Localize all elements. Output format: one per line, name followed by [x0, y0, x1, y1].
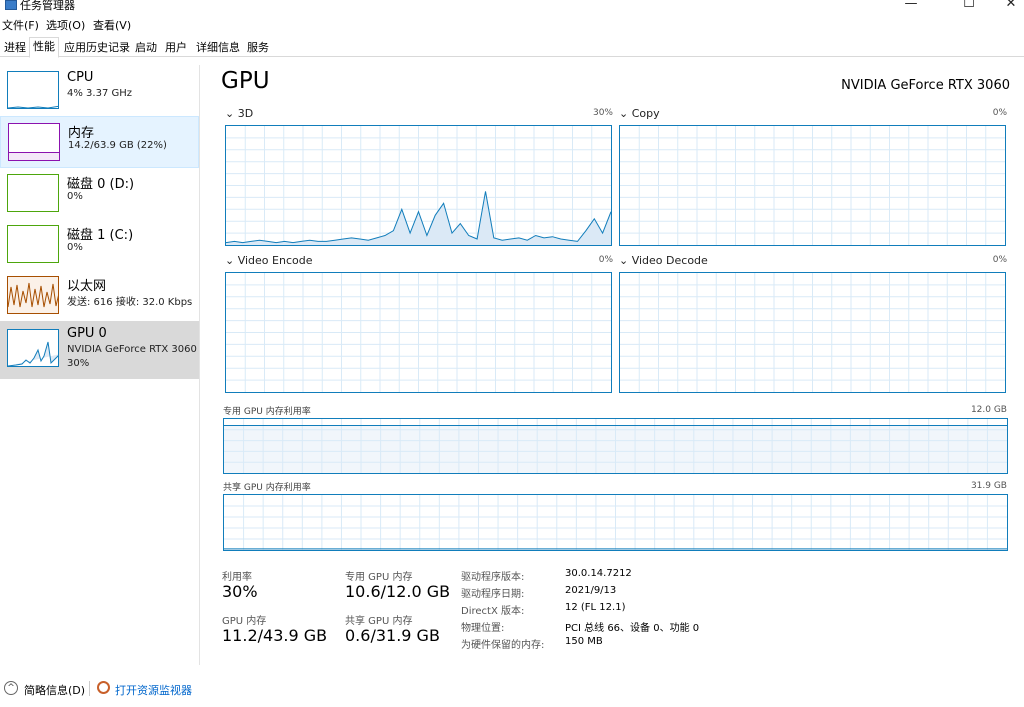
tab-details[interactable]: 详细信息 — [192, 38, 244, 57]
dedicated-gpu-memory-value: 10.6/12.0 GB — [345, 582, 451, 601]
chevron-up-icon[interactable]: ^ — [4, 681, 18, 695]
reserved-memory-value: 150 MB — [565, 636, 603, 647]
graph-dedicated-memory — [223, 418, 1008, 474]
resource-monitor-icon — [97, 681, 110, 694]
sidebar-item-cpu[interactable]: CPU 4% 3.37 GHz — [0, 65, 199, 117]
driver-version-value: 30.0.14.7212 — [565, 568, 632, 579]
panel-copy-percent: 0% — [992, 108, 1007, 118]
panel-decode-percent: 0% — [992, 255, 1007, 265]
driver-date-label: 驱动程序日期: — [461, 589, 525, 600]
sidebar-item-detail: 14.2/63.9 GB (22%) — [68, 140, 167, 151]
menu-bar: 文件(F) 选项(O) 查看(V) — [0, 16, 1024, 34]
sidebar-item-detail: 0% — [67, 242, 83, 253]
sidebar-item-detail: 0% — [67, 191, 83, 202]
title-bar: 任务管理器 — ☐ ✕ — [0, 0, 1024, 14]
menu-file[interactable]: 文件(F) — [2, 17, 39, 33]
brief-info-button[interactable]: 简略信息(D) — [24, 682, 85, 698]
disk-thumbnail — [7, 174, 59, 212]
gpu-memory-value: 11.2/43.9 GB — [222, 626, 328, 645]
sidebar-item-detail: NVIDIA GeForce RTX 3060 — [67, 344, 197, 355]
gpu-thumbnail — [7, 329, 59, 367]
utilization-label: 利用率 — [222, 572, 252, 583]
sidebar-item-ethernet[interactable]: 以太网 发送: 616 接收: 32.0 Kbps — [0, 270, 199, 322]
shared-memory-max: 31.9 GB — [970, 481, 1007, 491]
ethernet-thumbnail — [7, 276, 59, 314]
close-button[interactable]: ✕ — [988, 0, 1024, 14]
driver-date-value: 2021/9/13 — [565, 585, 617, 596]
resource-sidebar: CPU 4% 3.37 GHz 内存 14.2/63.9 GB (22%) 磁盘… — [0, 65, 200, 665]
panel-3d-percent: 30% — [592, 108, 613, 118]
directx-version-label: DirectX 版本: — [461, 606, 525, 617]
graph-3d — [225, 125, 612, 246]
shared-gpu-memory-label: 共享 GPU 内存 — [345, 616, 413, 627]
graph-video-decode — [619, 272, 1006, 393]
panel-decode-label[interactable]: ⌄ Video Decode — [619, 254, 708, 267]
tab-performance[interactable]: 性能 — [29, 37, 59, 58]
shared-memory-label: 共享 GPU 内存利用率 — [223, 483, 311, 493]
sidebar-item-usage: 30% — [67, 358, 90, 369]
reserved-memory-label: 为硬件保留的内存: — [461, 640, 545, 651]
sidebar-item-label: 磁盘 0 (D:) — [67, 177, 135, 192]
cpu-thumbnail — [7, 71, 59, 109]
sidebar-item-label: GPU 0 — [67, 326, 107, 341]
tab-startup[interactable]: 启动 — [131, 38, 161, 57]
sidebar-item-detail: 发送: 616 接收: 32.0 Kbps — [67, 297, 193, 308]
disk-thumbnail — [7, 225, 59, 263]
sidebar-item-detail: 4% 3.37 GHz — [67, 88, 133, 99]
dedicated-gpu-memory-label: 专用 GPU 内存 — [345, 572, 413, 583]
directx-version-value: 12 (FL 12.1) — [565, 602, 626, 613]
physical-location-value: PCI 总线 66、设备 0、功能 0 — [565, 623, 700, 634]
tab-bar: 进程 性能 应用历史记录 启动 用户 详细信息 服务 — [0, 37, 1024, 58]
panel-3d-label[interactable]: ⌄ 3D — [225, 107, 253, 120]
task-manager-icon — [5, 0, 17, 10]
footer-divider — [89, 681, 90, 696]
graph-video-encode — [225, 272, 612, 393]
maximize-button[interactable]: ☐ — [946, 0, 992, 14]
page-title: GPU — [221, 68, 270, 94]
panel-encode-percent: 0% — [598, 255, 613, 265]
sidebar-item-disk-c[interactable]: 磁盘 1 (C:) 0% — [0, 219, 199, 271]
gpu-model-name: NVIDIA GeForce RTX 3060 — [841, 78, 1010, 93]
menu-view[interactable]: 查看(V) — [93, 17, 131, 33]
tab-app-history[interactable]: 应用历史记录 — [60, 38, 134, 57]
driver-version-label: 驱动程序版本: — [461, 572, 525, 583]
memory-thumbnail — [8, 123, 60, 161]
dedicated-memory-label: 专用 GPU 内存利用率 — [223, 407, 311, 417]
sidebar-item-disk-d[interactable]: 磁盘 0 (D:) 0% — [0, 168, 199, 220]
sidebar-item-label: 内存 — [68, 126, 95, 141]
panel-copy-label[interactable]: ⌄ Copy — [619, 107, 660, 120]
gpu-memory-label: GPU 内存 — [222, 616, 267, 627]
sidebar-item-label: 以太网 — [67, 279, 107, 294]
graph-shared-memory — [223, 494, 1008, 551]
sidebar-item-label: 磁盘 1 (C:) — [67, 228, 134, 243]
tab-users[interactable]: 用户 — [161, 38, 191, 57]
utilization-value: 30% — [222, 582, 258, 601]
physical-location-label: 物理位置: — [461, 623, 505, 634]
graph-copy — [619, 125, 1006, 246]
sidebar-item-gpu[interactable]: GPU 0 NVIDIA GeForce RTX 3060 30% — [0, 321, 199, 379]
sidebar-item-memory[interactable]: 内存 14.2/63.9 GB (22%) — [0, 116, 199, 168]
minimize-button[interactable]: — — [888, 0, 934, 14]
sidebar-item-label: CPU — [67, 70, 94, 85]
panel-encode-label[interactable]: ⌄ Video Encode — [225, 254, 312, 267]
tab-processes[interactable]: 进程 — [0, 38, 30, 57]
window-title: 任务管理器 — [20, 0, 75, 12]
tab-services[interactable]: 服务 — [243, 38, 273, 57]
open-resource-monitor-link[interactable]: 打开资源监视器 — [115, 682, 192, 698]
menu-options[interactable]: 选项(O) — [46, 17, 85, 33]
shared-gpu-memory-value: 0.6/31.9 GB — [345, 626, 440, 645]
dedicated-memory-max: 12.0 GB — [970, 405, 1007, 415]
gpu-detail-panel: GPU NVIDIA GeForce RTX 3060 ⌄ 3D 30% ⌄ C… — [201, 65, 1024, 665]
footer-bar: ^ 简略信息(D) 打开资源监视器 — [0, 675, 1024, 705]
